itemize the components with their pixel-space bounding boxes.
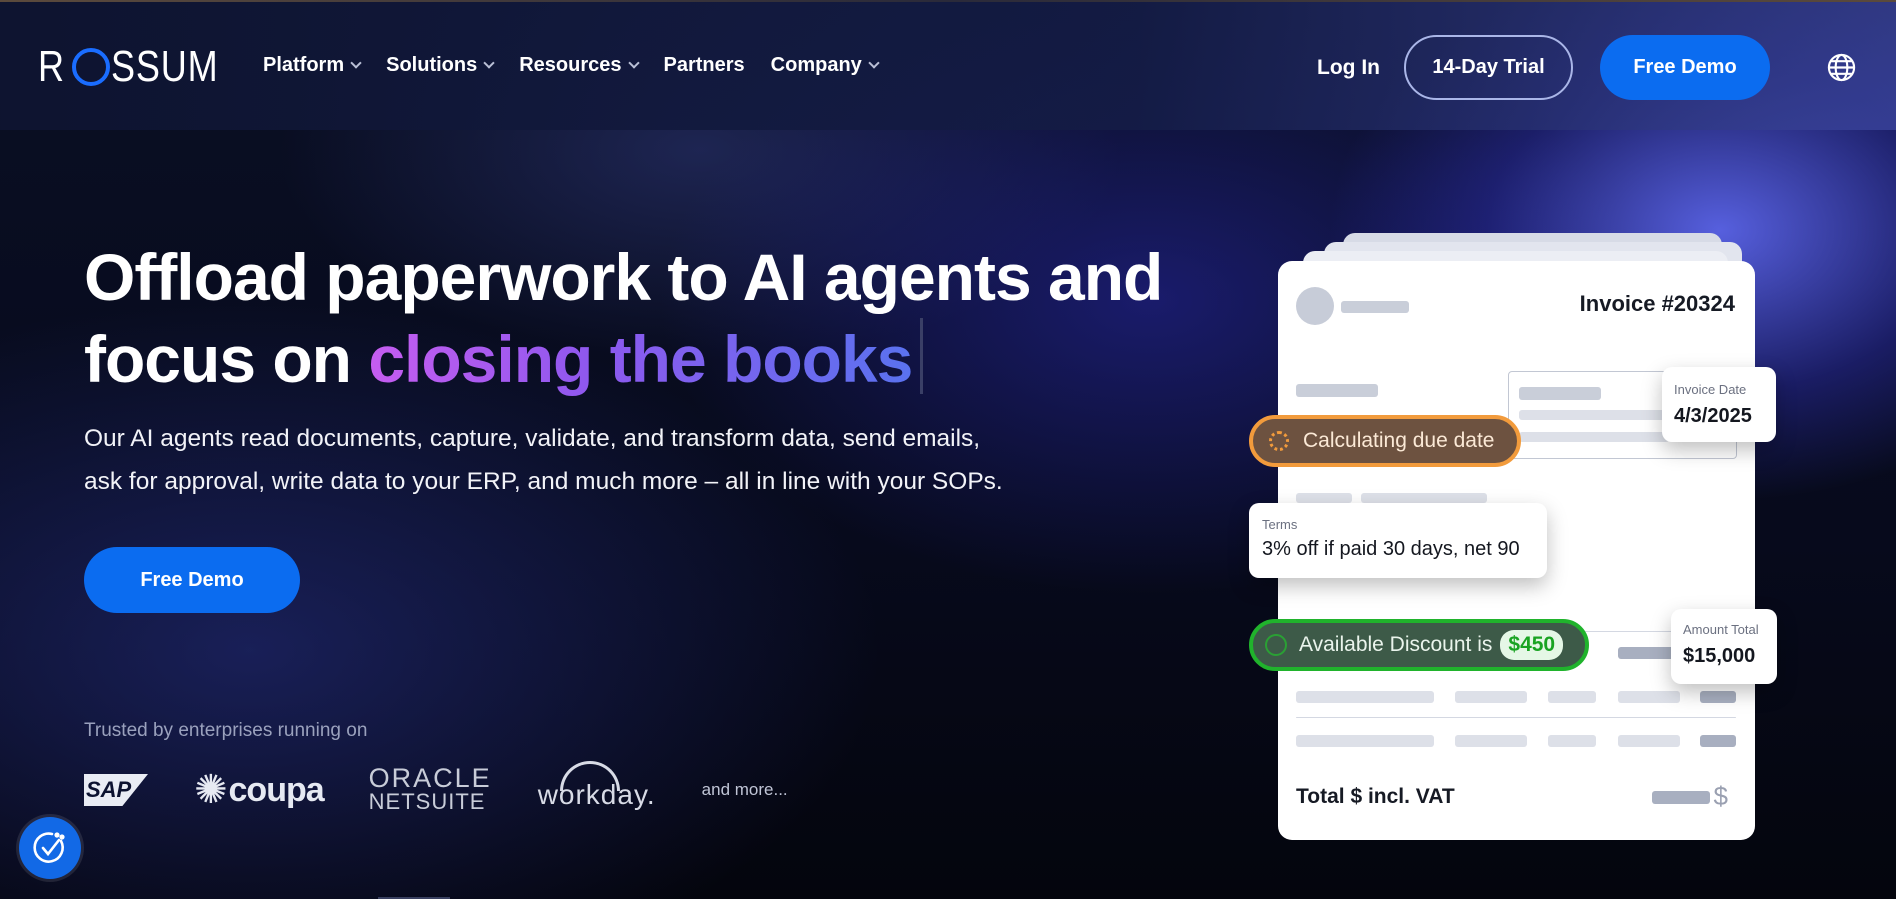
accessibility-button[interactable]: [19, 817, 81, 879]
avatar: [1296, 287, 1334, 325]
placeholder-bar: [1652, 791, 1710, 804]
placeholder-bar: [1548, 735, 1596, 747]
chevron-down-icon: [627, 57, 640, 69]
globe-icon[interactable]: [1826, 52, 1857, 83]
chevron-down-icon: [868, 57, 880, 69]
spinner-icon: [1269, 431, 1289, 451]
terms-card: Terms 3% off if paid 30 days, net 90: [1249, 503, 1547, 578]
workday-logo: workday.: [538, 761, 656, 811]
placeholder-bar: [1618, 735, 1680, 747]
invoice-title: Invoice #20324: [1579, 291, 1735, 316]
placeholder-bar: [1296, 691, 1434, 703]
hero-subtitle: Our AI agents read documents, capture, v…: [84, 425, 1003, 495]
placeholder-bar: [1361, 493, 1487, 503]
coupa-star-icon: ✺: [194, 768, 228, 812]
menu-partners[interactable]: Partners: [664, 54, 745, 77]
trial-button[interactable]: 14-Day Trial: [1404, 35, 1573, 100]
menu-resources[interactable]: Resources: [519, 54, 640, 77]
and-more-text: and more...: [701, 780, 788, 799]
placeholder-bar: [1341, 301, 1409, 313]
partner-logos: SAP ✺ coupa ORACLE NETSUITE workday. and …: [84, 761, 788, 815]
invoice-date-card: Invoice Date 4/3/2025: [1662, 367, 1776, 442]
available-discount-pill: Available Discount is $450: [1249, 619, 1589, 671]
workday-arc-icon: [559, 761, 620, 791]
check-circle-icon: [1265, 634, 1287, 656]
menu-solutions[interactable]: Solutions: [386, 54, 495, 77]
main-menu: Platform Solutions Resources Partners Co…: [263, 54, 880, 77]
rossum-logo[interactable]: R SSUM: [38, 42, 242, 91]
divider: [1296, 717, 1736, 718]
hero-title: Offload paperwork to AI agents and focus…: [84, 240, 1163, 396]
placeholder-bar: [1519, 432, 1669, 442]
login-link[interactable]: Log In: [1317, 56, 1380, 80]
logo-ring: [71, 48, 110, 86]
free-demo-button-header[interactable]: Free Demo: [1600, 35, 1770, 100]
chevron-down-icon: [483, 57, 495, 69]
placeholder-bar: [1618, 691, 1680, 703]
total-label: Total $ incl. VAT: [1296, 785, 1455, 808]
coupa-logo: ✺ coupa: [194, 768, 325, 812]
placeholder-bar: [1548, 691, 1596, 703]
placeholder-bar: [1455, 735, 1527, 747]
free-demo-button-hero[interactable]: Free Demo: [84, 547, 300, 613]
amount-total-card: Amount Total $15,000: [1671, 609, 1777, 684]
oracle-netsuite-logo: ORACLE NETSUITE: [368, 763, 492, 814]
menu-platform[interactable]: Platform: [263, 54, 362, 77]
placeholder-bar: [1700, 735, 1736, 747]
placeholder-bar: [1455, 691, 1527, 703]
menu-company[interactable]: Company: [771, 54, 880, 77]
dollar-icon: $: [1713, 781, 1728, 811]
placeholder-bar: [1519, 387, 1601, 400]
discount-amount: $450: [1500, 630, 1564, 660]
hero-title-highlight: closing the books: [368, 322, 913, 396]
placeholder-bar: [1700, 691, 1736, 703]
placeholder-bar: [1296, 384, 1378, 397]
placeholder-bar: [1519, 410, 1669, 420]
placeholder-bar: [1296, 735, 1434, 747]
calculating-due-date-pill: Calculating due date: [1249, 415, 1521, 467]
trusted-label: Trusted by enterprises running on: [84, 720, 368, 741]
chevron-down-icon: [350, 57, 362, 69]
typing-caret: [920, 318, 924, 394]
placeholder-bar: [1296, 493, 1352, 503]
accessibility-icon: [33, 832, 65, 863]
sap-logo: SAP: [84, 774, 148, 806]
top-navigation: R SSUM Platform Solutions Resources Partn…: [0, 2, 1896, 130]
